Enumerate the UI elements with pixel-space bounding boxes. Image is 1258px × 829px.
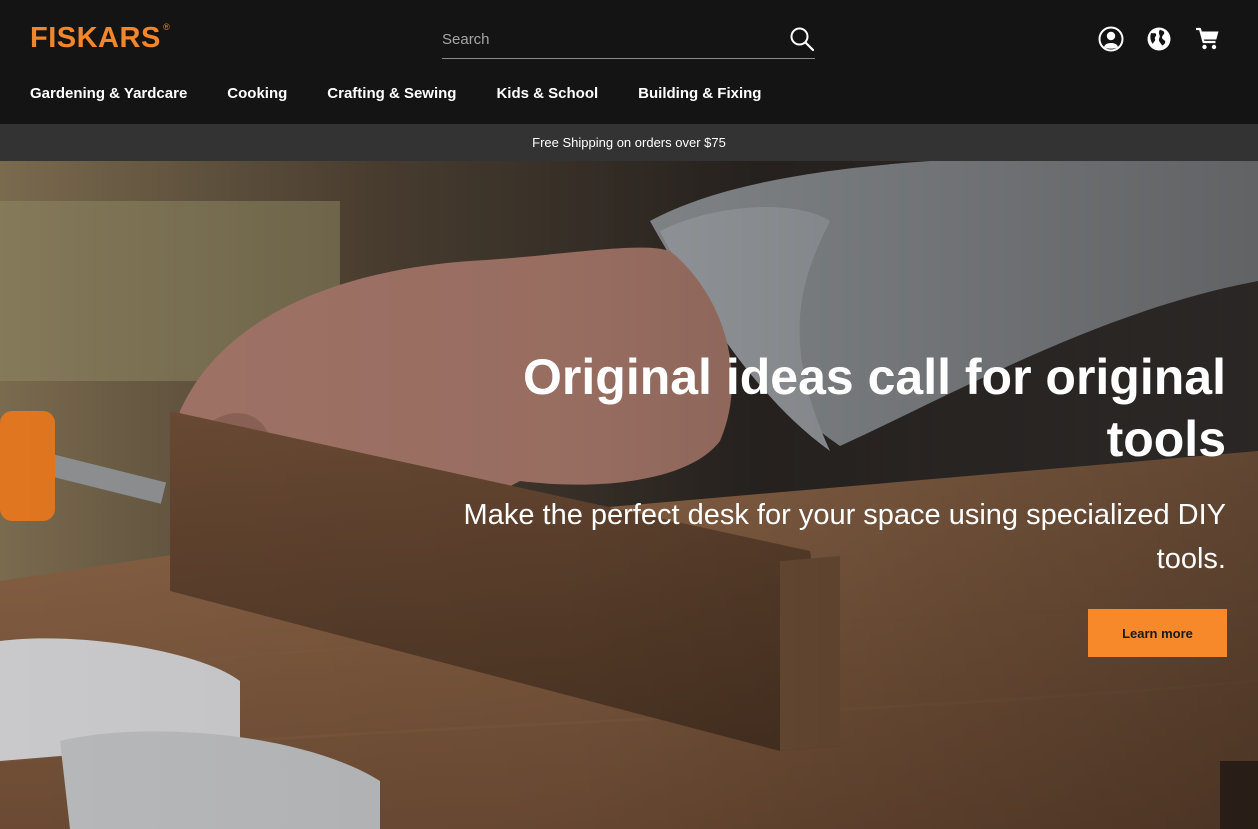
search-bar bbox=[442, 22, 815, 59]
nav-item-kids[interactable]: Kids & School bbox=[496, 85, 598, 103]
search-icon[interactable] bbox=[789, 26, 815, 52]
search-input[interactable] bbox=[442, 28, 772, 50]
main-nav: Gardening & Yardcare Cooking Crafting & … bbox=[30, 85, 801, 103]
cart-icon[interactable] bbox=[1195, 26, 1221, 52]
nav-item-cooking[interactable]: Cooking bbox=[227, 85, 287, 103]
nav-item-building[interactable]: Building & Fixing bbox=[638, 85, 761, 103]
registered-mark: ® bbox=[163, 22, 170, 32]
learn-more-button[interactable]: Learn more bbox=[1088, 609, 1227, 657]
fiskars-logo[interactable]: FISKARS ® bbox=[30, 22, 170, 54]
nav-item-gardening[interactable]: Gardening & Yardcare bbox=[30, 85, 187, 103]
account-icon[interactable] bbox=[1098, 26, 1124, 52]
logo-text: FISKARS bbox=[30, 22, 161, 54]
nav-item-crafting[interactable]: Crafting & Sewing bbox=[327, 85, 456, 103]
promo-text: Free Shipping on orders over $75 bbox=[532, 135, 726, 150]
hero-banner: Original ideas call for original tools M… bbox=[0, 161, 1258, 829]
site-header: FISKARS® Gardeni bbox=[0, 0, 1258, 124]
promo-banner: Free Shipping on orders over $75 bbox=[0, 124, 1258, 161]
globe-icon[interactable] bbox=[1146, 26, 1172, 52]
hero-headline: Original ideas call for original tools bbox=[523, 349, 1226, 467]
hero-subheadline: Make the perfect desk for your space usi… bbox=[463, 499, 1226, 575]
